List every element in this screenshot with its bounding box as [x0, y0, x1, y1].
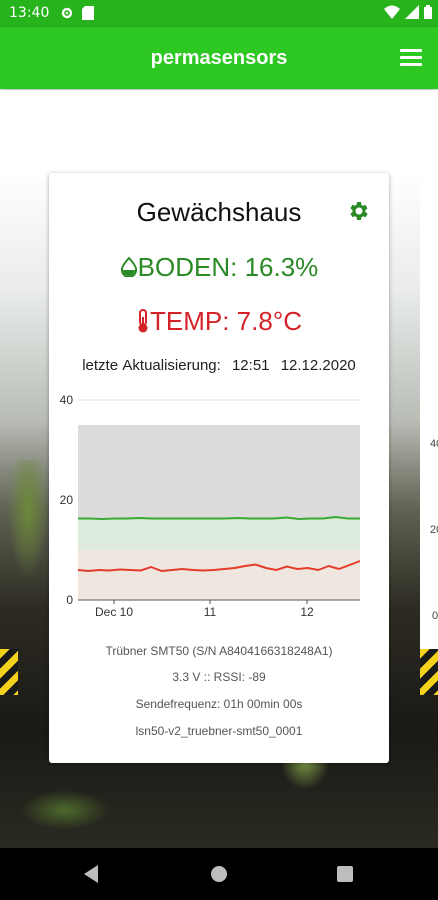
band-lower — [78, 550, 360, 600]
last-update: letzte Aktualisierung: 12:51 12.12.2020 — [49, 357, 389, 374]
back-icon[interactable] — [84, 865, 98, 883]
water-drop-icon — [120, 256, 137, 278]
band-green — [78, 518, 360, 550]
gear-icon[interactable] — [346, 199, 370, 223]
status-right-icons — [384, 5, 432, 19]
sensor-name: Gewächshaus — [136, 197, 302, 227]
temperature-value: TEMP: 7.8°C — [150, 306, 302, 336]
system-nav-bar — [0, 848, 438, 900]
sensor-card: Gewächshaus BODEN: 16.3% TEMP: 7.8°C let… — [49, 173, 389, 763]
y-tick-label: 40 — [60, 393, 74, 407]
last-update-label: letzte Aktualisierung: — [82, 357, 221, 374]
signal-icon — [405, 5, 419, 19]
recent-apps-icon[interactable] — [337, 866, 353, 882]
voltage-rssi: 3.3 V :: RSSI: -89 — [172, 670, 266, 684]
y-tick-label: 0 — [66, 593, 73, 607]
last-update-date: 12.12.2020 — [280, 357, 356, 374]
temperature-reading: TEMP: 7.8°C — [49, 306, 389, 337]
hazard-stripe — [420, 649, 438, 695]
send-frequency: Sendefrequenz: 01h 00min 00s — [135, 697, 303, 711]
hazard-stripe — [0, 649, 18, 695]
sensor-model: Trübner SMT50 (S/N A8404166318248A1) — [105, 644, 333, 658]
history-chart: 0 20 40 Dec 10 11 12 — [60, 393, 361, 619]
next-card-tick-20: 20 — [430, 524, 438, 536]
next-card-tick-40: 40 — [430, 438, 438, 450]
last-update-time: 12:51 — [231, 357, 270, 374]
thermometer-icon — [138, 309, 148, 333]
next-card-tick-0: 0 — [432, 610, 438, 622]
battery-icon — [424, 5, 432, 19]
home-icon[interactable] — [211, 866, 227, 882]
y-tick-label: 20 — [60, 493, 74, 507]
settings-status-icon — [61, 7, 73, 19]
device-id: lsn50-v2_truebner-smt50_0001 — [135, 724, 303, 738]
status-left-icons — [60, 6, 94, 20]
sd-card-icon — [82, 6, 94, 20]
app-title: permasensors — [150, 47, 288, 69]
wifi-icon — [384, 5, 400, 19]
soil-moisture-value: BODEN: 16.3% — [137, 252, 319, 282]
soil-moisture-reading: BODEN: 16.3% — [49, 252, 389, 283]
next-card-edge[interactable]: 40 20 0 — [420, 180, 438, 695]
hamburger-menu-icon[interactable] — [400, 49, 422, 67]
x-tick-label: 12 — [300, 605, 314, 619]
status-bar: 13:40 — [0, 0, 438, 27]
app-bar: permasensors — [0, 27, 438, 89]
x-tick-label: 11 — [204, 605, 217, 619]
status-time: 13:40 — [9, 5, 50, 21]
previous-card-edge[interactable] — [0, 180, 18, 695]
x-tick-label: Dec 10 — [95, 605, 133, 619]
